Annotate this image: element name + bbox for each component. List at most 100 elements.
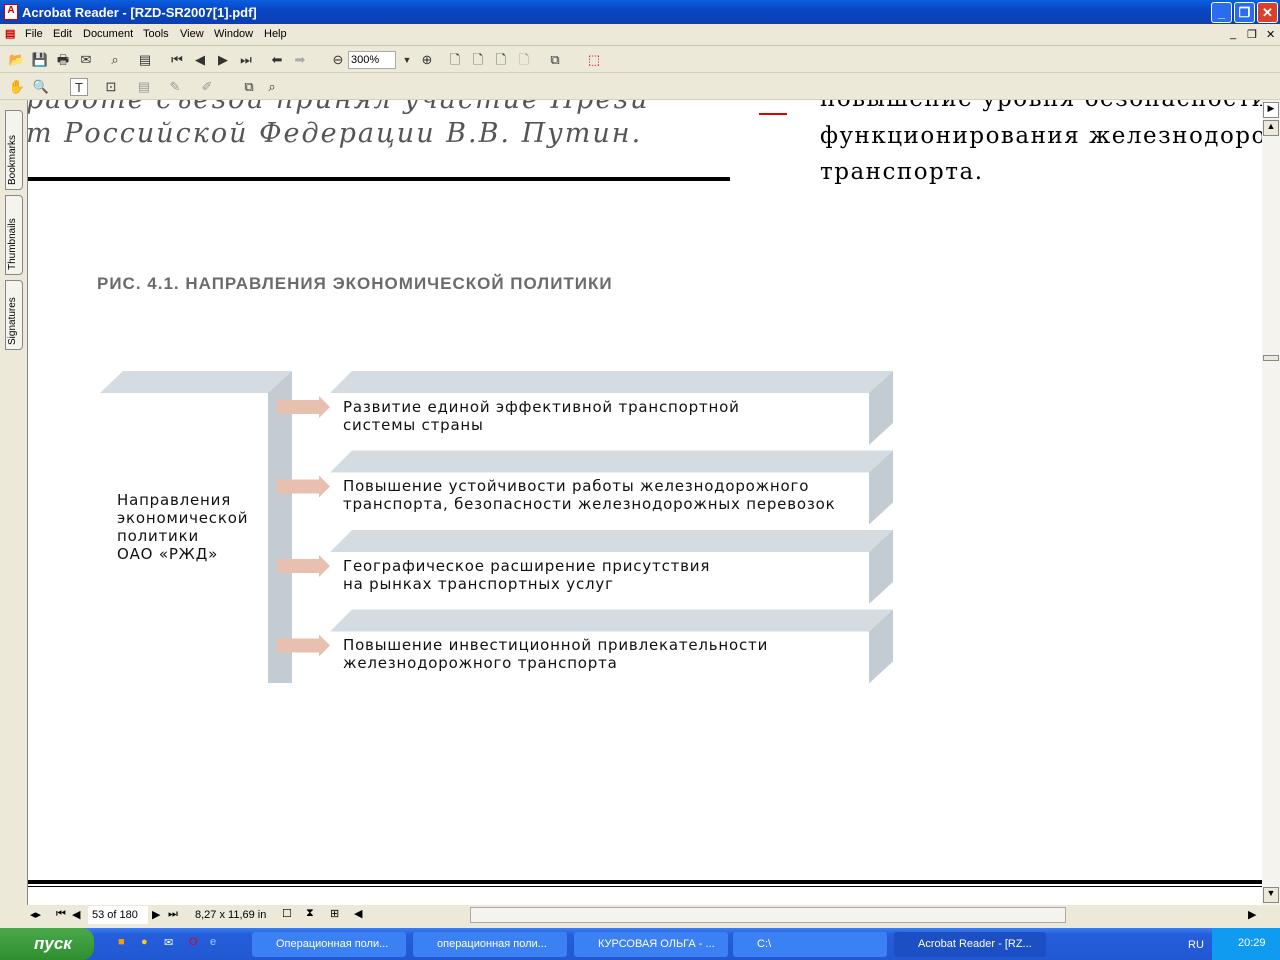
- menu-bar: ▤ File Edit Document Tools View Window H…: [0, 24, 1280, 46]
- side-tabs: Bookmarks Thumbnails Signatures: [0, 100, 28, 905]
- restore-button[interactable]: ❐: [1234, 2, 1255, 23]
- vertical-scrollbar[interactable]: ▶ ▲ ▼: [1262, 100, 1280, 905]
- clock: 20:29: [1238, 937, 1266, 949]
- tab-bookmarks[interactable]: Bookmarks: [5, 110, 23, 190]
- forward-icon[interactable]: ➡: [291, 51, 309, 69]
- highlight-icon[interactable]: ✐: [198, 78, 216, 96]
- direction-top-band: [330, 450, 893, 473]
- scroll-up-icon[interactable]: ▲: [1263, 120, 1279, 136]
- email-icon[interactable]: ✉: [77, 51, 95, 69]
- ie-icon[interactable]: e: [210, 936, 216, 948]
- menu-tools[interactable]: Tools: [143, 28, 169, 40]
- zoom-tool-icon[interactable]: 🔍: [32, 78, 50, 96]
- hand-tool-icon[interactable]: ✋: [8, 78, 26, 96]
- root-label-line: Направления: [117, 491, 232, 509]
- root-label-line: экономической: [117, 509, 249, 527]
- direction-4: Повышение инвестиционной привлекательнос…: [343, 636, 768, 672]
- outlook-icon[interactable]: ✉: [164, 936, 173, 949]
- start-button[interactable]: пуск: [0, 928, 94, 960]
- task-ie-2[interactable]: операционная поли...: [413, 932, 567, 957]
- zoom-dropdown-icon[interactable]: ▼: [398, 51, 416, 69]
- first-page-button[interactable]: ⏮: [56, 908, 66, 921]
- find-icon[interactable]: ⌕: [263, 78, 281, 96]
- scroll-down-icon[interactable]: ▼: [1263, 887, 1279, 903]
- tab-signatures[interactable]: Signatures: [5, 280, 23, 350]
- facing-icon[interactable]: ⊞: [330, 907, 339, 920]
- direction-top-band: [330, 609, 893, 632]
- media-player-icon[interactable]: ●: [141, 936, 148, 948]
- menu-file[interactable]: File: [25, 28, 43, 40]
- divider: [28, 880, 1262, 884]
- adobe-icon[interactable]: ⬚: [585, 51, 603, 69]
- task-explorer[interactable]: C:\: [733, 932, 887, 957]
- quicklaunch-picture-icon[interactable]: ■: [118, 936, 125, 948]
- last-page-icon[interactable]: ⏭: [237, 51, 255, 69]
- direction-line: системы страны: [343, 416, 484, 434]
- window-title: Acrobat Reader - [RZD-SR2007[1].pdf]: [22, 5, 257, 20]
- scroll-thumb[interactable]: [1263, 355, 1279, 361]
- snapshot-icon[interactable]: ⊡: [102, 78, 120, 96]
- tab-label: Bookmarks: [7, 134, 18, 185]
- toolbar-main: 📂 💾 🖶 ✉ ⌕ ▤ ⏮ ◀ ▶ ⏭ ⬅ ➡ ⊖ 300% ▼ ⊕ 🗋 🗋 🗋…: [0, 46, 1280, 73]
- task-word[interactable]: КУРСОВАЯ ОЛЬГА - ...: [574, 932, 728, 957]
- back-icon[interactable]: ⬅: [268, 51, 286, 69]
- fit-width-icon[interactable]: 🗋: [492, 51, 510, 69]
- doc-minimize-icon[interactable]: _: [1230, 28, 1236, 40]
- actual-size-icon[interactable]: 🗋: [446, 51, 464, 69]
- open-icon[interactable]: 📂: [8, 51, 26, 69]
- doc-restore-icon[interactable]: ❐: [1247, 28, 1257, 41]
- task-ie-1[interactable]: Операционная поли...: [252, 932, 406, 957]
- root-label: Направления экономической политики ОАО «…: [117, 491, 248, 563]
- next-page-icon[interactable]: ▶: [214, 51, 232, 69]
- save-icon[interactable]: 💾: [31, 51, 49, 69]
- scroll-right-icon[interactable]: ▶: [1263, 102, 1279, 118]
- menu-edit[interactable]: Edit: [53, 28, 72, 40]
- fit-page-icon[interactable]: 🗋: [469, 51, 487, 69]
- last-page-button[interactable]: ⏭: [168, 908, 178, 921]
- tab-label: Thumbnails: [7, 218, 18, 270]
- review-icon[interactable]: ⧉: [240, 78, 258, 96]
- tab-thumbnails[interactable]: Thumbnails: [5, 195, 23, 275]
- horizontal-scroll-thumb[interactable]: [470, 907, 1066, 923]
- prev-page-button[interactable]: ◀: [72, 908, 80, 921]
- menu-window[interactable]: Window: [214, 28, 253, 40]
- doc-close-icon[interactable]: ✕: [1266, 28, 1275, 41]
- direction-line: железнодорожного транспорта: [343, 654, 618, 672]
- scroll-left-icon[interactable]: ◀: [354, 907, 362, 920]
- divider: [28, 886, 1262, 887]
- previous-page-icon[interactable]: ◀: [191, 51, 209, 69]
- text-select-icon[interactable]: T: [70, 78, 88, 96]
- direction-3: Географическое расширение присутствия на …: [343, 557, 710, 593]
- direction-top-band: [330, 530, 893, 552]
- continuous-icon[interactable]: ⧗: [306, 907, 314, 920]
- close-button[interactable]: ✕: [1257, 2, 1278, 23]
- navigation-pane-icon[interactable]: ▤: [136, 51, 154, 69]
- menu-help[interactable]: Help: [264, 28, 287, 40]
- menu-document[interactable]: Document: [83, 28, 133, 40]
- print-icon[interactable]: 🖶: [54, 51, 72, 69]
- language-indicator[interactable]: RU: [1188, 939, 1204, 951]
- zoom-out-icon[interactable]: ⊖: [329, 51, 347, 69]
- search-icon[interactable]: ⌕: [106, 51, 124, 69]
- toolbar-tools: ✋ 🔍 T ⊡ ▤ ✎ ✐ ⧉ ⌕: [0, 73, 1280, 100]
- task-acrobat[interactable]: Acrobat Reader - [RZ...: [894, 932, 1046, 957]
- first-page-icon[interactable]: ⏮: [168, 51, 186, 69]
- root-top-band: [100, 371, 292, 393]
- pencil-icon[interactable]: ✎: [166, 78, 184, 96]
- direction-top-band: [330, 371, 893, 393]
- zoom-in-icon[interactable]: ⊕: [418, 51, 436, 69]
- scroll-right-button[interactable]: ▶: [1248, 908, 1256, 921]
- zoom-input[interactable]: 300%: [348, 51, 396, 69]
- opera-icon[interactable]: O: [189, 936, 198, 948]
- rotate-icon[interactable]: ⧉: [546, 51, 564, 69]
- minimize-button[interactable]: _: [1211, 2, 1232, 23]
- next-page-button[interactable]: ▶: [152, 908, 160, 921]
- menu-view[interactable]: View: [180, 28, 204, 40]
- note-icon[interactable]: ▤: [135, 78, 153, 96]
- split-icon[interactable]: ◂▸: [30, 908, 41, 921]
- direction-line: Повышение инвестиционной привлекательнос…: [343, 636, 769, 654]
- page-number-field[interactable]: 53 of 180: [88, 906, 148, 924]
- fit-visible-icon[interactable]: 🗋: [515, 51, 533, 69]
- direction-line: транспорта, безопасности железнодорожных…: [343, 495, 836, 513]
- single-page-icon[interactable]: ☐: [282, 907, 292, 920]
